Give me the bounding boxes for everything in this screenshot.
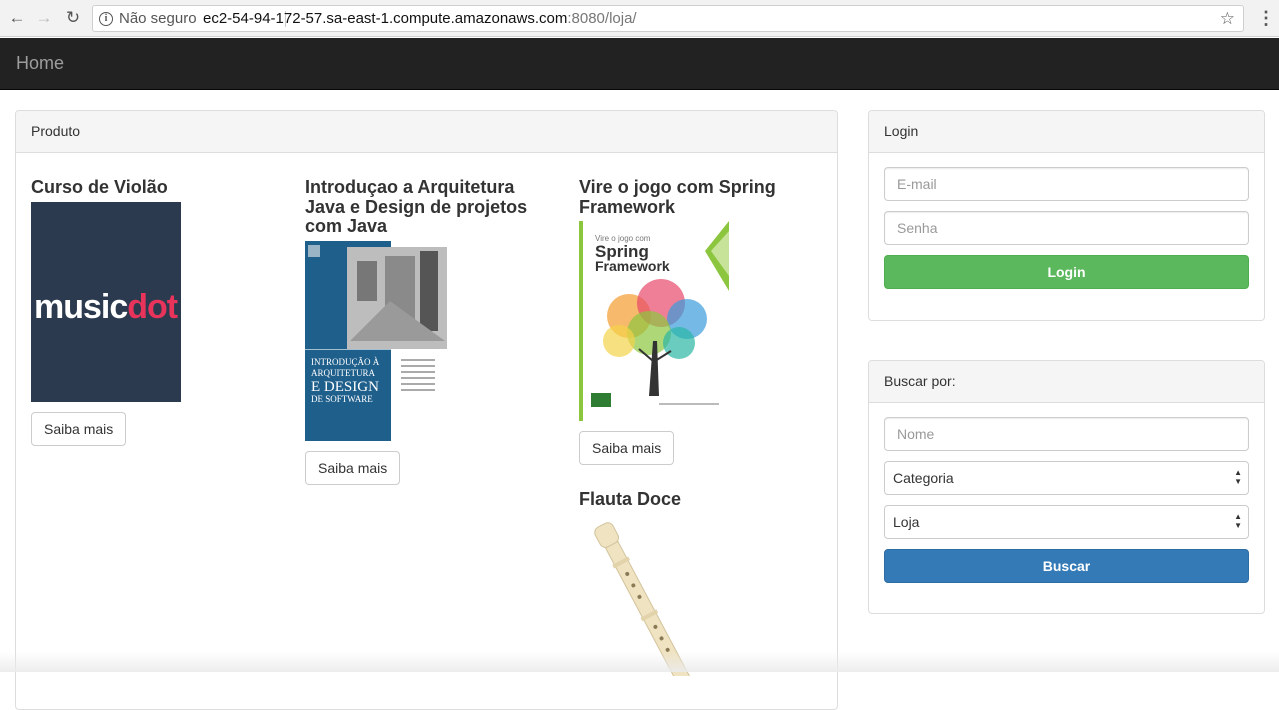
saiba-mais-button[interactable]: Saiba mais bbox=[305, 450, 401, 485]
select-arrows-icon: ▲ ▼ bbox=[1234, 468, 1242, 486]
login-button[interactable]: Login bbox=[884, 255, 1249, 289]
browser-toolbar: ← → ↻ i Não seguro ec2-54-94-172-57.sa-e… bbox=[0, 0, 1279, 37]
product-card: Introduçao a Arquitetura Java e Design d… bbox=[305, 177, 555, 485]
product-card: Curso de Violão musicdot Saiba mais bbox=[31, 177, 281, 446]
search-panel-heading: Buscar por: bbox=[869, 361, 1264, 403]
bottom-shadow bbox=[0, 652, 1279, 672]
url-host: ec2-54-94-172-57.sa-east-1.compute.amazo… bbox=[203, 10, 568, 27]
svg-text:INTRODUÇÃO À: INTRODUÇÃO À bbox=[311, 357, 380, 367]
name-search-input[interactable] bbox=[884, 417, 1249, 451]
login-panel: Login Login bbox=[868, 110, 1265, 321]
store-select[interactable]: Loja ▲ ▼ bbox=[884, 505, 1249, 539]
book-cover-spring-image: Vire o jogo com Spring Framework bbox=[579, 221, 729, 421]
products-panel-heading: Produto bbox=[16, 111, 837, 153]
search-panel: Buscar por: Categoria ▲▼ Loja ▲▼ Buscar bbox=[868, 360, 1265, 614]
bookmark-star-icon[interactable]: ☆ bbox=[1220, 6, 1235, 31]
product-card: Vire o jogo com Spring Framework Vire o … bbox=[579, 177, 829, 465]
saiba-mais-button[interactable]: Saiba mais bbox=[579, 431, 675, 465]
product-image[interactable]: musicdot bbox=[31, 201, 181, 402]
store-select-value: Loja bbox=[893, 514, 920, 530]
search-button[interactable]: Buscar bbox=[884, 549, 1249, 583]
url-text[interactable]: ec2-54-94-172-57.sa-east-1.compute.amazo… bbox=[203, 6, 637, 31]
info-icon[interactable]: i bbox=[99, 12, 113, 26]
book-cover-java-image: INTRODUÇÃO À ARQUITETURA E DESIGN DE SOF… bbox=[305, 240, 447, 441]
musicdot-logo: musicdot bbox=[34, 287, 178, 326]
forward-arrow-icon[interactable]: → bbox=[33, 7, 55, 29]
home-link[interactable]: Home bbox=[16, 53, 64, 74]
category-select[interactable]: Categoria ▲ ▼ bbox=[884, 461, 1249, 495]
select-arrows-icon: ▲ ▼ bbox=[1234, 512, 1242, 530]
svg-text:Framework: Framework bbox=[595, 258, 670, 274]
url-path: :8080/loja/ bbox=[567, 10, 637, 27]
password-field[interactable] bbox=[884, 211, 1249, 245]
category-select-value: Categoria bbox=[893, 470, 954, 486]
login-panel-heading: Login bbox=[869, 111, 1264, 153]
browser-menu-icon[interactable]: ⋮ bbox=[1257, 7, 1275, 29]
svg-text:DE SOFTWARE: DE SOFTWARE bbox=[311, 394, 373, 404]
product-title: Vire o jogo com Spring Framework bbox=[579, 177, 776, 217]
address-bar[interactable]: i Não seguro ec2-54-94-172-57.sa-east-1.… bbox=[92, 5, 1244, 32]
reload-icon[interactable]: ↻ bbox=[62, 7, 84, 29]
product-title: Curso de Violão bbox=[31, 177, 168, 197]
security-label[interactable]: Não seguro bbox=[119, 6, 197, 31]
back-arrow-icon[interactable]: ← bbox=[6, 7, 28, 29]
svg-text:ARQUITETURA: ARQUITETURA bbox=[311, 368, 375, 378]
svg-text:E DESIGN: E DESIGN bbox=[311, 379, 379, 395]
product-image[interactable]: Vire o jogo com Spring Framework bbox=[579, 221, 729, 421]
email-field[interactable] bbox=[884, 167, 1249, 201]
products-panel: Produto Curso de Violão musicdot Saiba m… bbox=[15, 110, 838, 710]
product-card: Flauta Doce bbox=[579, 489, 829, 676]
product-image[interactable]: INTRODUÇÃO À ARQUITETURA E DESIGN DE SOF… bbox=[305, 240, 455, 441]
product-title: Flauta Doce bbox=[579, 489, 682, 509]
saiba-mais-button[interactable]: Saiba mais bbox=[31, 411, 127, 446]
top-navbar: Home bbox=[0, 38, 1279, 90]
product-title: Introduçao a Arquitetura Java e Design d… bbox=[305, 177, 528, 236]
